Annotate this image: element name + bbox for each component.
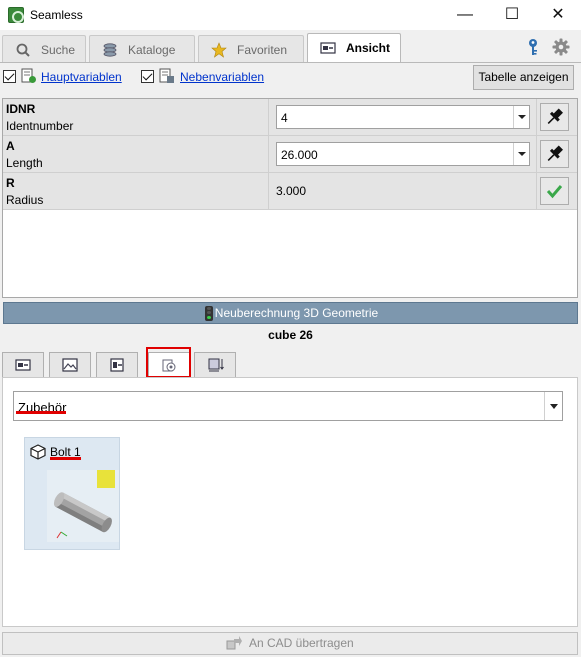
app-icon xyxy=(8,7,24,23)
tab-label: Favoriten xyxy=(237,43,288,57)
view-tab-2[interactable] xyxy=(49,352,91,377)
idnr-select[interactable]: 4 xyxy=(276,105,530,129)
variable-name: IDNR xyxy=(6,102,36,116)
confirm-button[interactable] xyxy=(540,177,569,205)
pin-icon xyxy=(547,108,563,125)
window-title: Seamless xyxy=(30,8,83,22)
tab-label: Suche xyxy=(41,43,76,57)
tab-divider xyxy=(0,62,581,63)
nebenvariablen-link[interactable]: Nebenvariablen xyxy=(180,70,264,84)
table-row: IDNR Identnumber 4 xyxy=(3,99,577,136)
pin-icon xyxy=(547,145,563,162)
secondary-variables-icon xyxy=(159,68,174,83)
view-tab-5[interactable] xyxy=(194,352,236,377)
variable-description: Identnumber xyxy=(6,119,74,133)
accessory-card[interactable]: Bolt 1 xyxy=(24,437,120,550)
part-name: cube 26 xyxy=(268,328,313,342)
hauptvariablen-link[interactable]: Hauptvariablen xyxy=(41,70,122,84)
document-view-icon xyxy=(110,358,124,372)
image-icon xyxy=(62,358,78,372)
pin-button[interactable] xyxy=(540,140,569,168)
traffic-light-icon xyxy=(205,306,213,321)
length-select[interactable]: 26.000 xyxy=(276,142,530,166)
chevron-down-icon[interactable] xyxy=(544,392,562,420)
check-icon xyxy=(546,185,563,199)
transfer-label: An CAD übertragen xyxy=(248,636,354,650)
accessory-category-select[interactable]: Zubehör xyxy=(13,391,563,421)
transfer-to-cad-button[interactable]: An CAD übertragen xyxy=(2,632,578,655)
close-button[interactable]: ✕ xyxy=(535,0,581,30)
maximize-button[interactable]: ☐ xyxy=(489,0,535,30)
dimension-icon xyxy=(208,358,224,372)
recalc-label: Neuberechnung 3D Geometrie xyxy=(214,306,379,320)
bolt-thumbnail xyxy=(47,470,119,542)
select-value: 4 xyxy=(281,111,288,125)
chevron-down-icon[interactable] xyxy=(513,143,529,165)
variable-name: R xyxy=(6,176,15,190)
view-tab-3[interactable] xyxy=(96,352,138,377)
table-row: R Radius 3.000 xyxy=(3,173,577,210)
show-table-button[interactable]: Tabelle anzeigen xyxy=(473,65,574,90)
view-icon xyxy=(320,42,336,54)
pin-button[interactable] xyxy=(540,103,569,131)
select-value: 26.000 xyxy=(281,148,318,162)
tab-favoriten[interactable]: Favoriten xyxy=(198,35,304,63)
recalculate-geometry-button[interactable]: Neuberechnung 3D Geometrie xyxy=(3,302,578,324)
search-icon xyxy=(16,43,30,57)
view-icon xyxy=(15,359,31,371)
tab-label: Ansicht xyxy=(346,41,391,55)
chevron-down-icon[interactable] xyxy=(513,106,529,128)
minimize-button[interactable]: — xyxy=(442,0,488,30)
highlight-underline xyxy=(16,411,66,414)
hauptvariablen-checkbox[interactable] xyxy=(3,70,16,83)
variable-name: A xyxy=(6,139,15,153)
cube-icon xyxy=(30,444,46,460)
variable-description: Radius xyxy=(6,193,44,207)
variable-description: Length xyxy=(6,156,43,170)
gear-icon[interactable] xyxy=(552,38,570,56)
highlight-underline xyxy=(50,457,81,460)
tab-suche[interactable]: Suche xyxy=(2,35,86,63)
transfer-icon xyxy=(226,636,243,650)
variables-table: IDNR Identnumber 4 A Length 26.000 R Rad… xyxy=(2,98,578,298)
radius-value: 3.000 xyxy=(276,184,307,198)
key-icon[interactable] xyxy=(526,38,540,56)
star-icon xyxy=(211,42,227,58)
nebenvariablen-checkbox[interactable] xyxy=(141,70,154,83)
table-row: A Length 26.000 xyxy=(3,136,577,173)
tab-ansicht[interactable]: Ansicht xyxy=(307,33,401,63)
catalog-icon xyxy=(103,43,117,57)
tab-kataloge[interactable]: Kataloge xyxy=(89,35,195,63)
tab-label: Kataloge xyxy=(128,43,176,57)
view-tab-1[interactable] xyxy=(2,352,44,377)
highlight-frame xyxy=(146,347,191,378)
main-variables-icon xyxy=(21,68,36,83)
